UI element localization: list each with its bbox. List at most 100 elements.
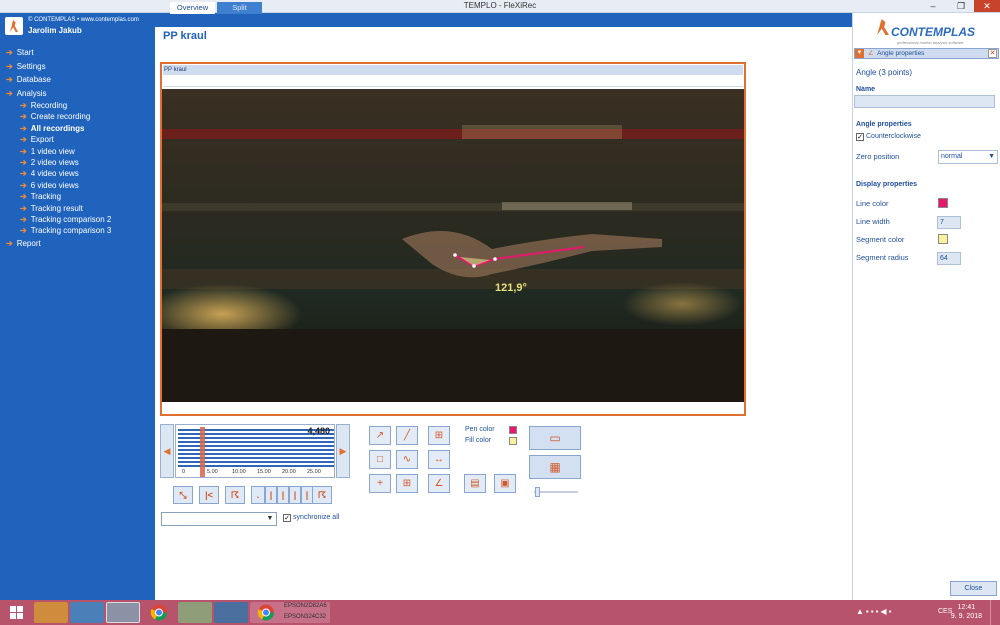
angle-tool-icon[interactable]: ∠ <box>428 474 450 493</box>
templo-app-icon[interactable] <box>106 602 140 623</box>
close-icon[interactable]: ✕ <box>988 49 997 58</box>
sidebar-item-tracking-comparison-3[interactable]: ➔ Tracking comparison 3 <box>20 226 111 235</box>
arrow-right-icon: ➔ <box>20 226 27 236</box>
arrow-right-icon: ➔ <box>6 48 13 57</box>
arrow-tool-icon[interactable]: ↗ <box>369 426 391 445</box>
epson-label-2: EPSON324C32 <box>284 614 327 620</box>
runner-back-icon[interactable]: ☈ <box>225 486 245 504</box>
counterclockwise-checkbox[interactable]: ✓ Counterclockwise <box>856 133 921 141</box>
sidebar-item-tracking[interactable]: ➔ Tracking <box>20 192 61 201</box>
sidebar-item-4-video-views[interactable]: ➔ 4 video views <box>20 169 79 178</box>
frame-step-2-icon[interactable]: | <box>265 486 277 504</box>
synchronize-all-checkbox[interactable]: ✓ synchronize all <box>283 514 339 522</box>
mark-tool-icon[interactable]: ⤡ <box>173 486 193 504</box>
film-strip-icon[interactable]: ▦ <box>529 455 581 479</box>
tab-split[interactable]: Split <box>217 2 262 14</box>
start-button[interactable] <box>2 602 32 623</box>
sidebar-item-6-video-views[interactable]: ➔ 6 video views <box>20 181 79 190</box>
cross-tool-icon[interactable]: + <box>369 474 391 493</box>
display-properties-heading: Display properties <box>856 181 918 188</box>
line-color-swatch[interactable] <box>938 198 948 208</box>
sidebar-item-create-recording[interactable]: ➔ Create recording <box>20 112 90 121</box>
arrow-right-icon: ➔ <box>20 192 27 202</box>
arrow-right-icon: ➔ <box>20 146 27 156</box>
sidebar-item-export[interactable]: ➔ Export <box>20 135 54 144</box>
sidebar-item-label: All recordings <box>30 123 85 133</box>
timeline-prev-button[interactable]: ◀ <box>160 424 174 478</box>
sidebar-item-report[interactable]: ➔ Report <box>6 239 41 248</box>
sidebar-item-database[interactable]: ➔ Database <box>6 75 51 84</box>
timeline-value: 4,480 <box>307 426 330 436</box>
frame-step-4-icon[interactable]: | <box>289 486 301 504</box>
sidebar-item-tracking-result[interactable]: ➔ Tracking result <box>20 204 83 213</box>
frame-step-1-icon[interactable]: . <box>251 486 265 504</box>
arrow-right-icon: ➔ <box>20 203 27 213</box>
windows-icon <box>10 606 23 619</box>
timeline-track[interactable]: 4,480 0 5.00 10.00 15.00 20.00 25.00 <box>175 424 335 478</box>
zero-position-select[interactable]: normal ▼ <box>938 150 998 164</box>
sidebar-item-tracking-comparison-2[interactable]: ➔ Tracking comparison 2 <box>20 215 111 224</box>
grid-tool-icon[interactable]: ⊞ <box>396 474 418 493</box>
sidebar-item-start[interactable]: ➔ Start <box>6 48 34 57</box>
system-tray-icons[interactable]: ▲▪▪▪◀▪ <box>856 607 936 618</box>
sidebar-item-analysis[interactable]: ➔ Analysis <box>6 89 47 98</box>
clock[interactable]: 12:41 9. 9. 2018 <box>951 603 982 621</box>
open-folder-icon[interactable]: ▭ <box>529 426 581 450</box>
video-frame[interactable]: 121,9° <box>162 89 744 402</box>
page-title: PP kraul <box>163 30 207 42</box>
sidebar-item-all-recordings[interactable]: ➔ All recordings <box>20 124 85 133</box>
sidebar-item-label: Tracking result <box>30 203 83 213</box>
chrome-icon[interactable] <box>142 602 176 623</box>
arrow-right-icon: ➔ <box>20 158 27 167</box>
sidebar-item-2-video-views[interactable]: ➔ 2 video views <box>20 158 79 167</box>
zoom-slider[interactable] <box>534 487 578 497</box>
close-button[interactable]: Close <box>950 581 997 596</box>
underwater-swimmer-video: 121,9° <box>162 89 744 402</box>
sidebar-item-label: Tracking comparison 3 <box>30 226 112 236</box>
pen-color-swatch[interactable] <box>509 426 517 434</box>
show-desktop-button[interactable] <box>990 600 1000 625</box>
zoom-slider-handle[interactable] <box>535 487 540 497</box>
arrow-right-icon: ➔ <box>20 123 27 133</box>
sidebar-item-label: Database <box>16 75 51 84</box>
window-icon[interactable] <box>214 602 248 623</box>
app-icon[interactable] <box>178 602 212 623</box>
grid-ruler-tool-icon[interactable]: ⊞ <box>428 426 450 445</box>
document-icon[interactable]: ▤ <box>464 474 486 493</box>
go-to-start-icon[interactable]: |< <box>199 486 219 504</box>
minimize-button[interactable]: – <box>920 0 946 12</box>
arrow-right-icon: ➔ <box>6 238 13 248</box>
control-panel-icon[interactable] <box>70 602 104 623</box>
view-select[interactable]: ▼ <box>161 512 277 526</box>
runner-forward-icon[interactable]: ☈ <box>312 486 332 504</box>
timeline-tick-label: 25.00 <box>307 469 321 475</box>
restore-button[interactable]: ❐ <box>948 0 974 12</box>
sidebar-item-recording[interactable]: ➔ Recording <box>20 101 67 110</box>
runner-logo-icon <box>877 19 889 35</box>
line-width-input[interactable]: 7 <box>937 216 961 229</box>
angle-properties-heading: Angle properties <box>856 121 912 128</box>
distance-tool-icon[interactable]: ↔ <box>428 450 450 469</box>
properties-panel: CONTEMPLAS professional motion analysis … <box>852 13 1000 600</box>
line-tool-icon[interactable]: ╱ <box>396 426 418 445</box>
file-explorer-icon[interactable] <box>34 602 68 623</box>
segment-color-swatch[interactable] <box>938 234 948 244</box>
zero-position-label: Zero position <box>856 152 900 161</box>
frame-step-3-icon[interactable]: | <box>277 486 289 504</box>
sidebar-item-label: Export <box>30 135 54 145</box>
frame-capture-icon[interactable]: ▣ <box>494 474 516 493</box>
app-logo-icon <box>5 17 23 35</box>
wave-tool-icon[interactable]: ∿ <box>396 450 418 469</box>
name-input[interactable] <box>854 95 995 108</box>
timeline-tick-label: 20.00 <box>282 469 296 475</box>
tab-overview[interactable]: Overview <box>170 2 215 14</box>
sidebar-item-settings[interactable]: ➔ Settings <box>6 62 46 71</box>
segment-radius-input[interactable]: 64 <box>937 252 961 265</box>
fill-color-swatch[interactable] <box>509 437 517 445</box>
timeline-next-button[interactable]: ▶ <box>336 424 350 478</box>
collapse-icon[interactable]: ▼ <box>855 49 864 58</box>
close-window-button[interactable]: ✕ <box>974 0 1000 12</box>
sidebar-item-1-video-view[interactable]: ➔ 1 video view <box>20 147 75 156</box>
rectangle-tool-icon[interactable]: □ <box>369 450 391 469</box>
timeline-tick-label: 0 <box>182 469 186 475</box>
